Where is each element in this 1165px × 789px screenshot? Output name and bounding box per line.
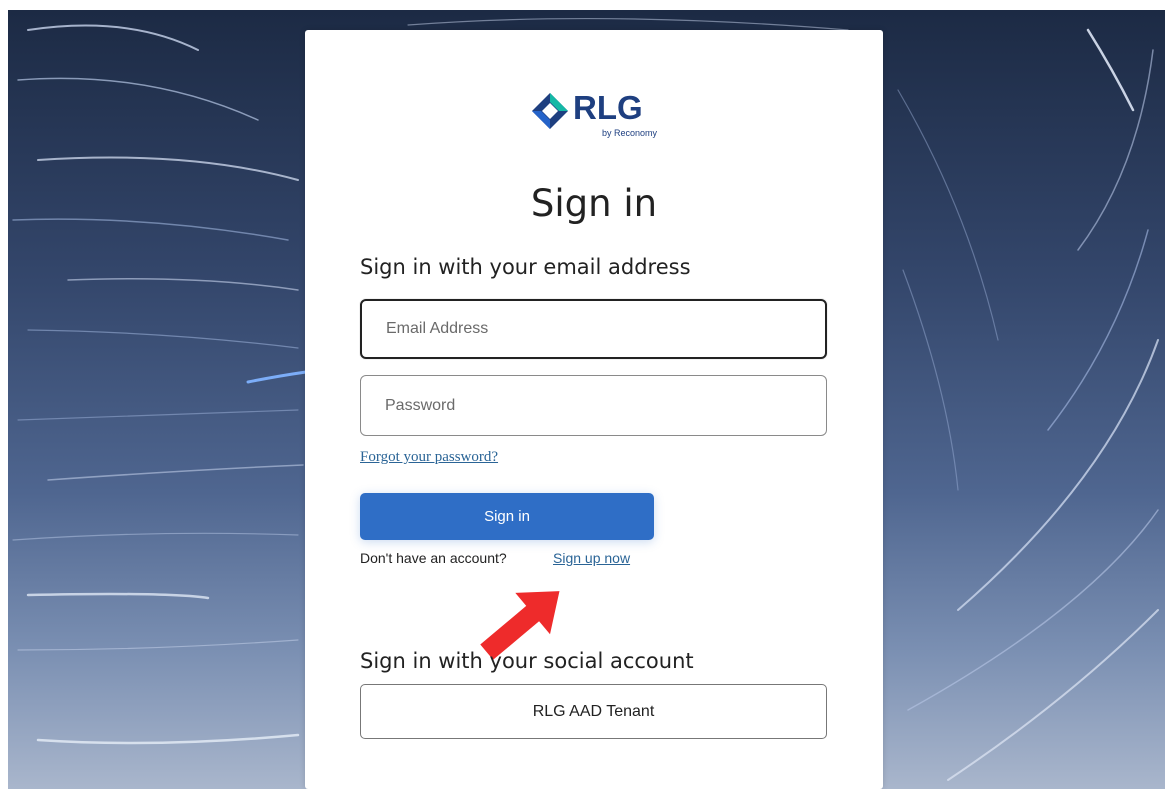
page-title: Sign in [530, 182, 658, 225]
email-address-field[interactable] [360, 299, 827, 359]
email-section-heading: Sign in with your email address [360, 255, 691, 279]
rlg-aad-tenant-button[interactable]: RLG AAD Tenant [360, 684, 827, 739]
logo-tagline: by Reconomy [601, 128, 657, 138]
rlg-logo: RLG by Reconomy [529, 88, 659, 148]
social-section-heading: Sign in with your social account [360, 649, 694, 673]
sign-in-button[interactable]: Sign in [360, 493, 654, 540]
sign-up-link[interactable]: Sign up now [553, 550, 630, 566]
no-account-text: Don't have an account? [360, 550, 507, 566]
password-field[interactable] [360, 375, 827, 436]
forgot-password-link[interactable]: Forgot your password? [360, 449, 498, 466]
logo-wordmark: RLG [573, 89, 643, 126]
sign-in-card: RLG by Reconomy Sign in Sign in with you… [305, 30, 883, 789]
rlg-diamond-icon [532, 93, 568, 129]
